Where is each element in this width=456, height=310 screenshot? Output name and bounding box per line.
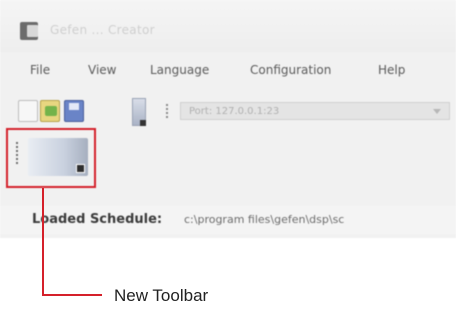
title-bar: Gefen ... Creator	[0, 0, 456, 52]
new-file-icon[interactable]	[18, 100, 38, 122]
open-folder-icon[interactable]	[40, 100, 60, 122]
menu-language[interactable]: Language	[150, 63, 209, 77]
app-icon	[20, 22, 38, 40]
new-toolbar-caption: New Toolbar	[114, 286, 209, 305]
figure: Gefen ... Creator File View Language Con…	[0, 0, 456, 310]
dropdown-marker-icon	[140, 120, 146, 126]
menu-configuration[interactable]: Configuration	[250, 63, 331, 77]
toolbar-grip-icon[interactable]	[166, 104, 168, 118]
new-toolbar-marker-icon	[76, 164, 85, 173]
chevron-down-icon[interactable]	[433, 109, 441, 114]
menu-help[interactable]: Help	[378, 63, 405, 77]
connection-combo-value: Port: 127.0.0.1:23	[189, 106, 280, 117]
callout-line-vertical	[42, 188, 44, 296]
menu-file[interactable]: File	[30, 63, 50, 77]
toolbar-toggle-button[interactable]	[132, 98, 146, 126]
main-toolbar: Port: 127.0.0.1:23	[0, 94, 456, 128]
menu-view[interactable]: View	[88, 63, 116, 77]
new-toolbar-button[interactable]	[28, 138, 88, 176]
application-window: Gefen ... Creator File View Language Con…	[0, 0, 456, 238]
loaded-schedule-path: c:\program files\gefen\dsp\sc	[184, 213, 345, 226]
connection-combo[interactable]: Port: 127.0.0.1:23	[180, 102, 450, 120]
window-title: Gefen ... Creator	[50, 23, 155, 37]
new-toolbar-grip-icon[interactable]	[16, 142, 18, 164]
loaded-schedule-label: Loaded Schedule:	[32, 212, 163, 227]
loaded-schedule-bar: Loaded Schedule: c:\program files\gefen\…	[0, 206, 456, 234]
callout-line-horizontal	[42, 294, 102, 296]
save-disk-icon[interactable]	[64, 100, 84, 122]
menu-bar: File View Language Configuration Help	[0, 60, 456, 82]
new-toolbar-highlight	[6, 128, 96, 188]
